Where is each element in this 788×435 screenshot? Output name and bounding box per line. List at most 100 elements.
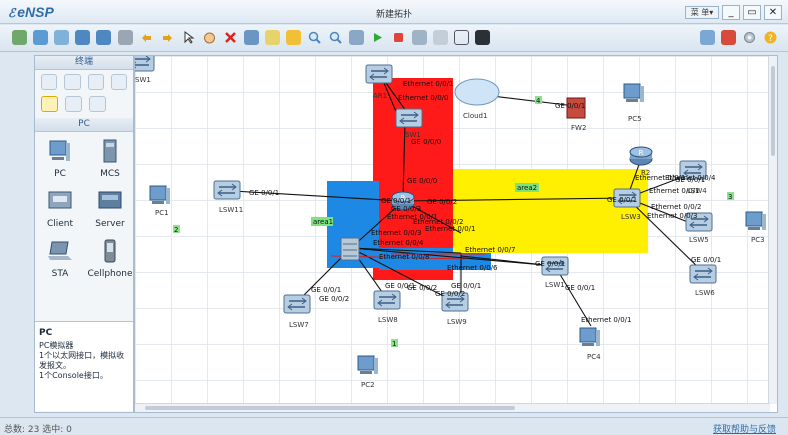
svg-text:GE 0/0/2: GE 0/0/2 <box>435 290 465 298</box>
maximize-button[interactable]: ▭ <box>743 5 761 20</box>
router-category-icon[interactable] <box>41 74 58 90</box>
info-line: 1个以太网接口，模拟收 <box>39 351 125 360</box>
device-info-panel: PC PC模拟器 1个以太网接口，模拟收 发报文。 1个Console接口。 <box>35 321 133 411</box>
device-item[interactable]: Client <box>35 186 85 232</box>
help-feedback-link[interactable]: 获取帮助与反馈 <box>713 422 776 435</box>
device-pc5[interactable]: PC5 <box>623 83 645 123</box>
svg-text:LSW9: LSW9 <box>447 318 467 326</box>
terminal-section-title: 终端 <box>35 56 133 70</box>
title-bar: ℰeNSP 新建拓扑 菜 单▾ _ ▭ ✕ <box>0 0 788 24</box>
chat-icon[interactable] <box>700 30 715 45</box>
vertical-scrollbar[interactable] <box>768 56 777 404</box>
redo-icon[interactable] <box>160 30 175 45</box>
pc-icon <box>49 140 70 161</box>
note-3: 3 <box>728 193 732 201</box>
svg-text:GE 0/0/2: GE 0/0/2 <box>319 295 349 303</box>
svg-text:Ethernet 0/0/1: Ethernet 0/0/1 <box>425 225 475 233</box>
device-core-switch[interactable] <box>340 237 360 261</box>
zoom-out-icon[interactable] <box>328 30 343 45</box>
device-label: Cellphone <box>87 269 133 279</box>
cloud-category-icon[interactable] <box>65 96 82 112</box>
pan-hand-icon[interactable] <box>202 30 217 45</box>
start-all-icon[interactable] <box>370 30 385 45</box>
svg-text:PC4: PC4 <box>587 353 601 361</box>
pc-section-title: PC <box>35 118 133 132</box>
svg-text:LSW8: LSW8 <box>378 316 398 324</box>
svg-text:GE 0/0/2: GE 0/0/2 <box>407 284 437 292</box>
svg-text:GE 0/0/1: GE 0/0/1 <box>535 260 565 268</box>
show-labels-icon[interactable] <box>454 30 469 45</box>
firewall-category-icon[interactable] <box>110 74 127 90</box>
note-2: 2 <box>174 226 178 234</box>
device-lsw7[interactable]: LSW7 <box>283 294 311 329</box>
stop-all-icon[interactable] <box>391 30 406 45</box>
area2-region[interactable] <box>453 169 648 253</box>
save-template-icon[interactable] <box>54 30 69 45</box>
device-item[interactable]: Server <box>85 186 135 232</box>
minimize-button[interactable]: _ <box>722 5 740 20</box>
help-icon[interactable]: ? <box>763 30 778 45</box>
device-sw1-left[interactable]: SW1 <box>135 56 155 84</box>
device-item[interactable]: STA <box>35 236 85 282</box>
huawei-icon[interactable] <box>721 30 736 45</box>
cellphone-icon <box>104 239 116 263</box>
note-1: 1 <box>392 340 396 348</box>
link-category-icon[interactable] <box>89 96 106 112</box>
sta-laptop-icon <box>48 241 72 260</box>
device-item[interactable]: MCS <box>85 136 135 182</box>
palette-icon[interactable] <box>286 30 301 45</box>
gear-icon[interactable] <box>742 30 757 45</box>
text-note-icon[interactable] <box>265 30 280 45</box>
svg-text:GE 0/0/1: GE 0/0/1 <box>451 282 481 290</box>
wlan-category-icon[interactable] <box>87 74 104 90</box>
svg-text:Ethernet 0/0/0: Ethernet 0/0/0 <box>398 94 448 102</box>
new-topology-icon[interactable] <box>12 30 27 45</box>
svg-text:Ethernet 0/0/4: Ethernet 0/0/4 <box>373 239 424 247</box>
device-label: Client <box>46 219 74 229</box>
save-icon[interactable] <box>75 30 90 45</box>
svg-text:GE 0/0/1: GE 0/0/1 <box>311 286 341 294</box>
svg-text:LSW1: LSW1 <box>545 281 565 289</box>
clear-links-icon[interactable] <box>244 30 259 45</box>
horizontal-scrollbar[interactable] <box>135 403 770 412</box>
undo-icon[interactable] <box>139 30 154 45</box>
device-item[interactable]: PC <box>35 136 85 182</box>
zoom-in-icon[interactable] <box>307 30 322 45</box>
terminal-category-icon[interactable] <box>41 96 58 112</box>
delete-icon[interactable] <box>223 30 238 45</box>
settings-icon[interactable] <box>433 30 448 45</box>
switch-category-icon[interactable] <box>64 74 81 90</box>
device-pc4[interactable]: PC4 <box>579 327 601 361</box>
device-pc2[interactable]: PC2 <box>357 355 379 389</box>
device-lsw8[interactable]: LSW8 <box>373 290 401 324</box>
topology-drawing[interactable]: R area1 area2 <box>135 56 778 413</box>
svg-text:Ethernet 0/0/7: Ethernet 0/0/7 <box>465 246 515 254</box>
svg-text:PC3: PC3 <box>751 236 765 244</box>
device-pc3[interactable]: PC3 <box>745 211 767 244</box>
svg-text:FW2: FW2 <box>571 124 586 132</box>
terminal-icon[interactable] <box>475 30 490 45</box>
device-pc1[interactable]: PC1 <box>149 185 171 217</box>
horizontal-scroll-thumb[interactable] <box>145 406 515 410</box>
window-title: 新建拓扑 <box>375 10 412 20</box>
save-as-icon[interactable] <box>96 30 111 45</box>
svg-text:GE 0/0/3: GE 0/0/3 <box>391 205 421 213</box>
close-button[interactable]: ✕ <box>764 5 782 20</box>
device-item[interactable]: Cellphone <box>85 236 135 282</box>
info-line: PC模拟器 <box>39 341 74 350</box>
topology-canvas[interactable]: R area1 area2 <box>134 55 778 413</box>
device-lsw11[interactable]: LSW11 <box>213 180 243 214</box>
server-icon <box>98 191 122 209</box>
svg-text:?: ? <box>768 34 773 44</box>
vertical-scroll-thumb[interactable] <box>771 66 775 156</box>
fit-window-icon[interactable] <box>349 30 364 45</box>
menu-button[interactable]: 菜 单▾ <box>685 6 719 19</box>
svg-text:PC2: PC2 <box>361 381 375 389</box>
device-cloud1[interactable]: Cloud1 <box>454 78 500 120</box>
device-lsw6[interactable]: LSW6 <box>689 264 717 297</box>
print-icon[interactable] <box>118 30 133 45</box>
select-icon[interactable] <box>181 30 196 45</box>
capture-icon[interactable] <box>412 30 427 45</box>
open-icon[interactable] <box>33 30 48 45</box>
device-panel: 终端 PC PC MCS Client Server STA Cellphone… <box>34 55 134 413</box>
